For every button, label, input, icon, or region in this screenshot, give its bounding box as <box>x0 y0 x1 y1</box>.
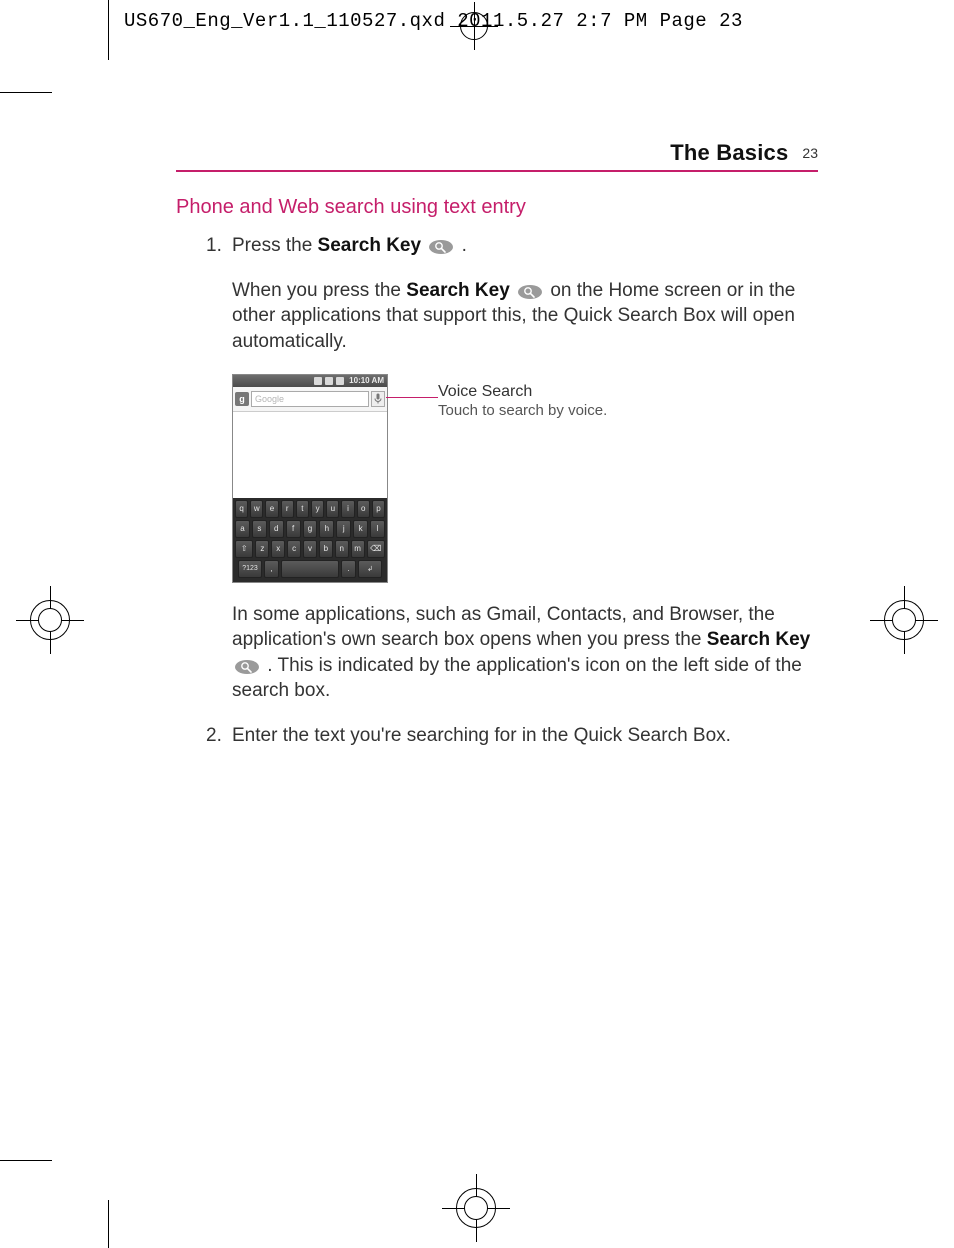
key-d[interactable]: d <box>269 520 284 538</box>
running-header: The Basics 23 <box>176 140 818 172</box>
crop-mark <box>108 0 109 60</box>
key-.[interactable]: . <box>341 560 356 578</box>
results-area <box>233 412 387 498</box>
key-w[interactable]: w <box>250 500 263 518</box>
step-number: 2. <box>206 723 232 749</box>
key-f[interactable]: f <box>286 520 301 538</box>
crop-mark <box>108 1200 109 1248</box>
key-r[interactable]: r <box>281 500 294 518</box>
key-?123[interactable]: ?123 <box>238 560 262 578</box>
key-y[interactable]: y <box>311 500 324 518</box>
key-b[interactable]: b <box>319 540 333 558</box>
key-i[interactable]: i <box>341 500 354 518</box>
step-1-paragraph: When you press the Search Key on the Hom… <box>232 278 818 355</box>
key-x[interactable]: x <box>271 540 285 558</box>
key-u[interactable]: u <box>326 500 339 518</box>
key-z[interactable]: z <box>255 540 269 558</box>
callout-title: Voice Search <box>438 382 607 402</box>
key-c[interactable]: c <box>287 540 301 558</box>
key-blank[interactable] <box>281 560 339 578</box>
search-key-icon <box>517 284 543 300</box>
registration-mark <box>460 12 488 40</box>
key-s[interactable]: s <box>252 520 267 538</box>
search-input[interactable]: Google <box>251 391 369 407</box>
key-e[interactable]: e <box>265 500 278 518</box>
status-icon <box>325 377 333 385</box>
step-number: 1. <box>206 233 232 259</box>
status-bar: 10:10 AM <box>233 375 387 387</box>
page: { "slug": "US670_Eng_Ver1.1_110527.qxd 2… <box>0 0 954 1248</box>
content-column: Phone and Web search using text entry 1.… <box>176 196 818 759</box>
subsection-heading: Phone and Web search using text entry <box>176 196 818 219</box>
status-icon <box>314 377 322 385</box>
key-a[interactable]: a <box>235 520 250 538</box>
crop-mark <box>0 1160 52 1161</box>
key-⇧[interactable]: ⇧ <box>235 540 253 558</box>
step-text: Press the <box>232 235 318 256</box>
keyboard: qwertyuiop asdfghjkl ⇧zxcvbnm⌫ ?123,.↲ <box>233 498 387 582</box>
search-key-icon <box>428 239 454 255</box>
callout-leader-line <box>388 390 438 404</box>
step-2: 2. Enter the text you're searching for i… <box>206 723 818 749</box>
key-↲[interactable]: ↲ <box>358 560 382 578</box>
page-number: 23 <box>802 145 818 161</box>
crop-mark <box>0 92 52 93</box>
microphone-icon[interactable] <box>371 391 385 407</box>
section-title: The Basics <box>670 140 788 166</box>
key-h[interactable]: h <box>319 520 334 538</box>
callout-desc: Touch to search by voice. <box>438 402 607 421</box>
key-q[interactable]: q <box>235 500 248 518</box>
key-,[interactable]: , <box>264 560 279 578</box>
search-row: g Google <box>233 387 387 412</box>
step-text: . <box>462 235 467 256</box>
search-key-label: Search Key <box>318 235 422 256</box>
key-t[interactable]: t <box>296 500 309 518</box>
step-text: Enter the text you're searching for in t… <box>232 723 818 749</box>
key-v[interactable]: v <box>303 540 317 558</box>
text: In some applications, such as Gmail, Con… <box>232 604 775 651</box>
text: . This is indicated by the application's… <box>232 655 802 702</box>
key-⌫[interactable]: ⌫ <box>367 540 385 558</box>
key-n[interactable]: n <box>335 540 349 558</box>
search-key-label: Search Key <box>707 629 811 650</box>
search-key-label: Search Key <box>406 280 510 301</box>
callout: Voice Search Touch to search by voice. <box>438 382 607 421</box>
key-l[interactable]: l <box>370 520 385 538</box>
step-1-paragraph-2: In some applications, such as Gmail, Con… <box>232 602 818 705</box>
key-m[interactable]: m <box>351 540 365 558</box>
search-key-icon <box>234 659 260 675</box>
key-j[interactable]: j <box>336 520 351 538</box>
phone-screenshot: 10:10 AM g Google qwertyuiop asdfghjkl ⇧… <box>232 374 388 583</box>
status-icon <box>336 377 344 385</box>
key-k[interactable]: k <box>353 520 368 538</box>
registration-mark <box>884 600 924 640</box>
print-slug: US670_Eng_Ver1.1_110527.qxd 2011.5.27 2:… <box>124 10 743 32</box>
status-clock: 10:10 AM <box>349 376 384 385</box>
registration-mark <box>30 600 70 640</box>
key-p[interactable]: p <box>372 500 385 518</box>
key-o[interactable]: o <box>357 500 370 518</box>
text: When you press the <box>232 280 406 301</box>
registration-mark <box>456 1188 496 1228</box>
google-icon: g <box>235 392 249 406</box>
key-g[interactable]: g <box>303 520 318 538</box>
step-1: 1. Press the Search Key . <box>206 233 818 259</box>
figure-quick-search-box: 10:10 AM g Google qwertyuiop asdfghjkl ⇧… <box>232 374 818 583</box>
